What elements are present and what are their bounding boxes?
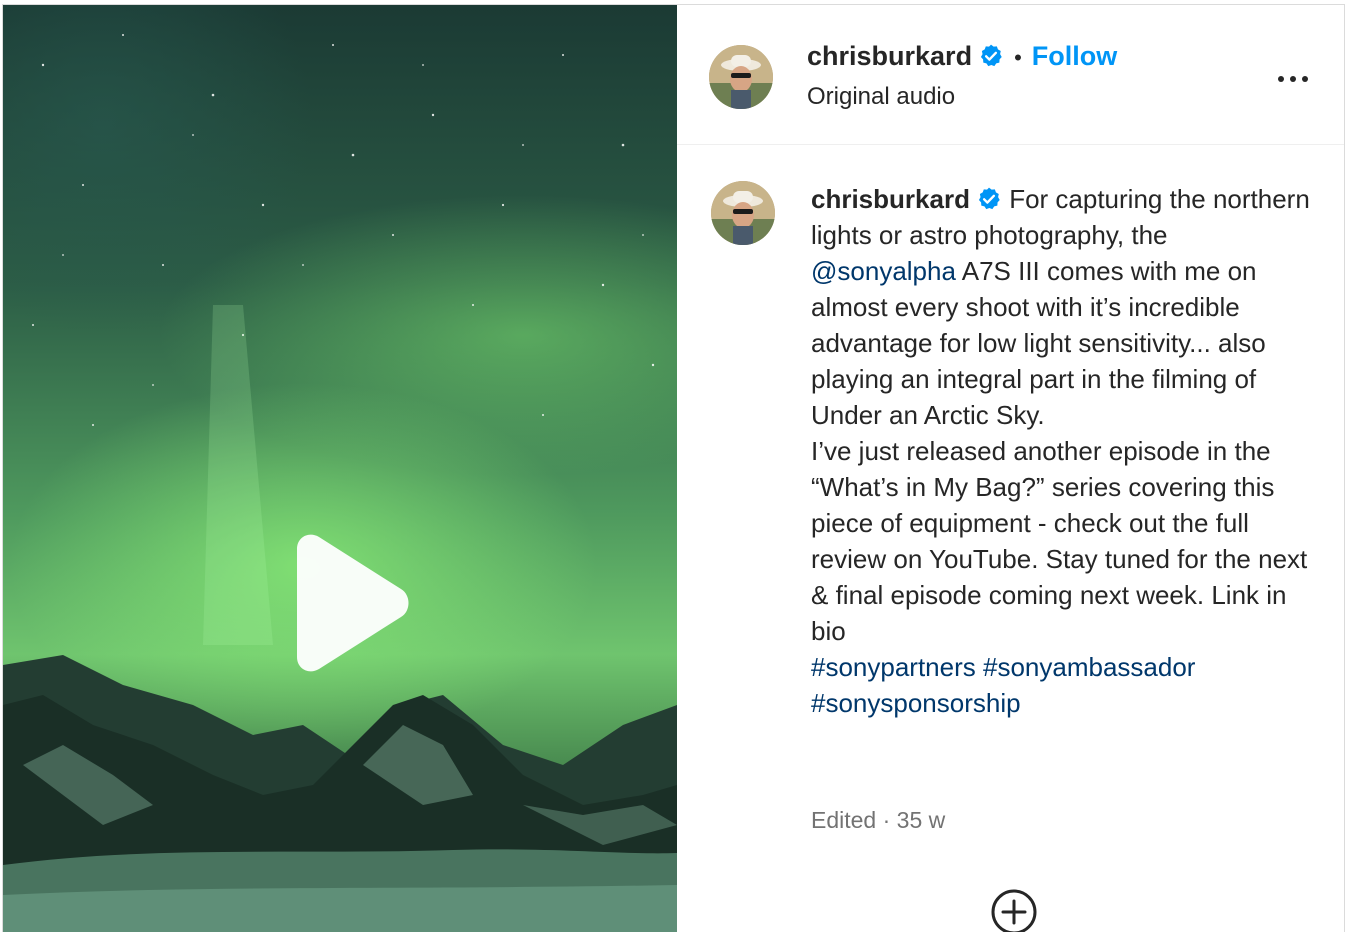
post-video[interactable]	[3, 5, 677, 932]
caption-author-avatar-image	[711, 181, 775, 245]
post-caption: chrisburkard For capturing the northern …	[811, 181, 1311, 721]
hashtag-link[interactable]: #sonyambassador	[983, 652, 1195, 682]
post-sidebar: chrisburkard • Follow Original audio chr…	[677, 5, 1344, 932]
caption-author-avatar[interactable]	[711, 181, 775, 245]
author-avatar-image	[709, 45, 773, 109]
separator-dot: •	[1014, 45, 1022, 70]
post-meta: Edited · 35 w	[811, 807, 946, 833]
more-options-button[interactable]	[1273, 61, 1313, 97]
aurora-landscape-image	[3, 34, 677, 932]
hashtag-link[interactable]: #sonypartners	[811, 652, 976, 682]
mention-link[interactable]: @sonyalpha	[811, 256, 956, 286]
hashtag-link[interactable]: #sonysponsorship	[811, 688, 1021, 718]
original-audio-link[interactable]: Original audio	[807, 83, 955, 111]
more-horizontal-icon	[1278, 76, 1308, 82]
verified-badge-icon	[978, 187, 1000, 210]
caption-username[interactable]: chrisburkard	[811, 184, 970, 214]
author-avatar[interactable]	[709, 45, 773, 109]
follow-button[interactable]: Follow	[1032, 41, 1117, 71]
verified-badge-icon	[980, 44, 1002, 67]
play-icon	[297, 534, 409, 672]
caption-paragraph-2: I’ve just released another episode in th…	[811, 436, 1308, 646]
post-dialog: chrisburkard • Follow Original audio chr…	[2, 4, 1345, 932]
caption-hashtags: #sonypartners #sonyambassador #sonyspons…	[811, 649, 1311, 721]
play-button[interactable]	[279, 529, 419, 679]
author-line: chrisburkard • Follow	[807, 41, 1117, 72]
author-username[interactable]: chrisburkard	[807, 41, 972, 71]
add-button[interactable]	[991, 889, 1037, 932]
caption-paragraph-1: chrisburkard For capturing the northern …	[811, 181, 1311, 433]
post-header: chrisburkard • Follow Original audio	[677, 5, 1344, 145]
add-circle-icon	[991, 889, 1037, 932]
